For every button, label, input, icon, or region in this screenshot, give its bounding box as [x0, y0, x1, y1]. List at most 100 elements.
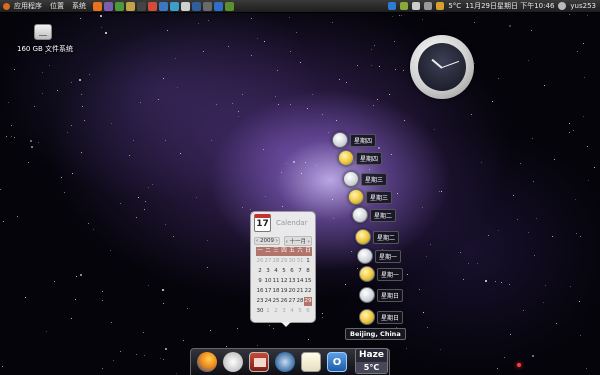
- forecast-day-label: 星期三: [366, 190, 393, 204]
- calendar-day[interactable]: 3: [280, 307, 288, 316]
- calendar-day[interactable]: 28: [272, 257, 280, 266]
- clock-icon[interactable]: [223, 352, 243, 372]
- forecast-day-label: 星期三: [361, 172, 388, 186]
- window-icon[interactable]: [203, 1, 212, 11]
- document-icon[interactable]: [181, 1, 190, 11]
- cloudy-icon: [352, 207, 368, 223]
- cloudy-icon: [343, 171, 359, 187]
- calendar-day[interactable]: 27: [288, 297, 296, 306]
- volume-icon[interactable]: [412, 2, 421, 10]
- outlook-icon[interactable]: O: [327, 352, 347, 372]
- calendar-day[interactable]: 23: [256, 297, 264, 306]
- calendar-today[interactable]: 29: [304, 297, 312, 306]
- calendar-day[interactable]: 9: [256, 277, 264, 286]
- calendar-day[interactable]: 20: [288, 287, 296, 296]
- calendar-day[interactable]: 28: [296, 297, 304, 306]
- calendar-day[interactable]: 8: [304, 267, 312, 276]
- calendar-day[interactable]: 21: [296, 287, 304, 296]
- current-weather-widget[interactable]: Haze 5°C: [355, 348, 388, 374]
- calendar-day[interactable]: 30: [256, 307, 264, 316]
- weekday-header: 四: [280, 247, 288, 256]
- pidgin-icon[interactable]: [104, 1, 113, 11]
- weekday-header: 三: [272, 247, 280, 256]
- partly-sunny-icon: [359, 309, 375, 325]
- calendar-day[interactable]: 13: [288, 277, 296, 286]
- network-icon[interactable]: [115, 1, 124, 11]
- calendar-year: 2009: [259, 237, 274, 244]
- calendar-day[interactable]: 30: [288, 257, 296, 266]
- analog-clock-widget[interactable]: [410, 35, 474, 99]
- music-icon[interactable]: [159, 1, 168, 11]
- calendar-day[interactable]: 6: [288, 267, 296, 276]
- forecast-day: 星期三: [343, 171, 388, 187]
- clock-face: [418, 43, 466, 91]
- calendar-day[interactable]: 29: [280, 257, 288, 266]
- calendar-day[interactable]: 7: [296, 267, 304, 276]
- calendar-day[interactable]: 26: [256, 257, 264, 266]
- terminal-icon[interactable]: [137, 1, 146, 11]
- calendar-day[interactable]: 24: [264, 297, 272, 306]
- tray-username[interactable]: yus253: [570, 2, 596, 10]
- tray-temperature[interactable]: 5°C: [448, 2, 461, 10]
- firefox-icon[interactable]: [93, 1, 102, 11]
- calendar-day[interactable]: 11: [272, 277, 280, 286]
- calendar-day[interactable]: 4: [288, 307, 296, 316]
- calendar-day[interactable]: 22: [304, 287, 312, 296]
- calendar-day[interactable]: 1: [304, 257, 312, 266]
- calendar-day[interactable]: 2: [256, 267, 264, 276]
- calendar-day[interactable]: 25: [272, 297, 280, 306]
- presentation-icon[interactable]: [249, 352, 269, 372]
- calendar-day[interactable]: 4: [272, 267, 280, 276]
- leaf-icon[interactable]: [225, 1, 234, 11]
- firefox-icon[interactable]: [197, 352, 217, 372]
- forecast-day: 星期二: [355, 229, 400, 245]
- cloudy-icon: [359, 287, 375, 303]
- weather-condition: Haze: [359, 350, 384, 360]
- weekday-header: 一: [256, 247, 264, 256]
- calendar-pointer: [281, 322, 291, 327]
- calendar-day[interactable]: 6: [304, 307, 312, 316]
- monitor-icon[interactable]: [192, 1, 201, 11]
- panel-launchers: [93, 1, 234, 11]
- network-icon[interactable]: [388, 2, 397, 10]
- month-selector[interactable]: ‹ 十一月 ›: [283, 235, 312, 246]
- menu-places[interactable]: 位置: [46, 0, 68, 13]
- calendar-day[interactable]: 17: [264, 287, 272, 296]
- menu-applications[interactable]: 应用程序: [0, 0, 46, 13]
- desktop-drive[interactable]: 160 GB 文件系统: [17, 24, 73, 54]
- year-selector[interactable]: ‹ 2009 ›: [254, 236, 280, 245]
- document-icon[interactable]: [301, 352, 321, 372]
- partly-sunny-icon: [348, 189, 364, 205]
- calendar-day[interactable]: 1: [264, 307, 272, 316]
- settings-icon[interactable]: [126, 1, 135, 11]
- calendar-day[interactable]: 5: [296, 307, 304, 316]
- forecast-day-label: 星期二: [373, 230, 400, 244]
- cloudy-icon: [332, 132, 348, 148]
- calendar-day[interactable]: 2: [272, 307, 280, 316]
- calendar-day[interactable]: 10: [264, 277, 272, 286]
- update-icon[interactable]: [400, 2, 409, 10]
- calendar-day[interactable]: 31: [296, 257, 304, 266]
- calendar-day[interactable]: 12: [280, 277, 288, 286]
- calendar-day[interactable]: 19: [280, 287, 288, 296]
- calendar-day[interactable]: 16: [256, 287, 264, 296]
- menu-system[interactable]: 系统: [68, 0, 90, 13]
- chat-icon[interactable]: [275, 352, 295, 372]
- calendar-day[interactable]: 18: [272, 287, 280, 296]
- calendar-day[interactable]: 26: [280, 297, 288, 306]
- forecast-day: 星期三: [348, 189, 393, 205]
- weather-icon[interactable]: [436, 2, 445, 10]
- calendar-day[interactable]: 3: [264, 267, 272, 276]
- forecast-day: 星期二: [352, 207, 397, 223]
- calendar-day[interactable]: 14: [296, 277, 304, 286]
- forecast-day-label: 星期日: [377, 310, 404, 324]
- calendar-day[interactable]: 5: [280, 267, 288, 276]
- calendar-day[interactable]: 15: [304, 277, 312, 286]
- tray-datetime[interactable]: 11月29日星期日 下午10:46: [465, 1, 554, 11]
- calendar-day[interactable]: 27: [264, 257, 272, 266]
- bluetooth-icon[interactable]: [424, 2, 433, 10]
- forecast-day: 星期日: [359, 287, 404, 303]
- image-icon[interactable]: [148, 1, 157, 11]
- globe-icon[interactable]: [170, 1, 179, 11]
- mail-icon[interactable]: [214, 1, 223, 11]
